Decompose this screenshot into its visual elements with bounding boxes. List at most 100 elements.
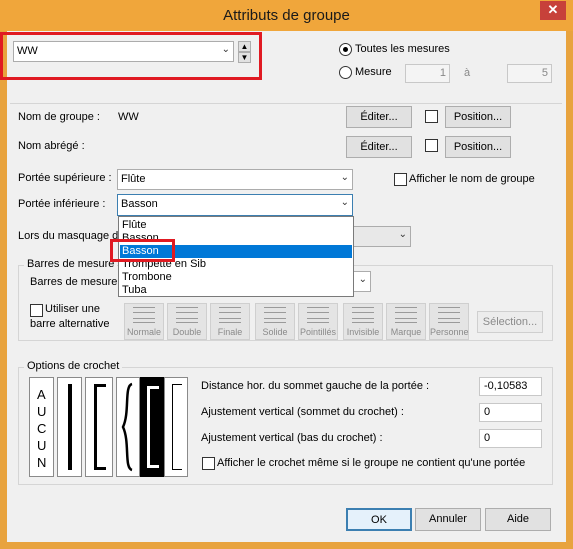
chevron-down-icon: ⌄: [358, 274, 367, 285]
barline-final-icon: [219, 307, 241, 323]
bracket-thin-icon: [172, 384, 182, 470]
bracket-options-group-label: Options de crochet: [24, 360, 123, 372]
bracket-thin-option[interactable]: [164, 377, 188, 477]
barline-custom-icon: [438, 307, 460, 323]
measure-range-radio[interactable]: [339, 66, 352, 79]
barlines-select[interactable]: ⌄: [353, 271, 371, 292]
top-staff-label: Portée supérieure :: [18, 172, 112, 184]
bottom-staff-select[interactable]: Basson ⌄: [117, 194, 353, 216]
bracket-letter: U: [37, 438, 47, 453]
ok-button[interactable]: OK: [346, 508, 412, 531]
dialog-title: Attributs de groupe: [223, 7, 350, 24]
top-staff-select[interactable]: Flûte ⌄: [117, 169, 353, 190]
bracket-letter: C: [37, 421, 47, 436]
measure-to-field[interactable]: 5: [507, 64, 552, 83]
bracket-square-option[interactable]: [85, 377, 113, 477]
alternate-barline-label-1: Utiliser une: [45, 303, 101, 315]
group-name-value: WW: [118, 111, 139, 123]
barline-dotted-label: Pointillés: [299, 327, 337, 337]
short-name-position-checkbox[interactable]: [425, 139, 438, 152]
barline-normal-button[interactable]: Normale: [124, 303, 164, 340]
barline-custom-label: Personne: [430, 327, 469, 337]
single-staff-bracket-checkbox[interactable]: [202, 457, 215, 470]
all-measures-label: Toutes les mesures: [355, 43, 450, 55]
bracket-none-option[interactable]: A U C U N: [29, 377, 54, 477]
show-group-name-checkbox[interactable]: [394, 173, 407, 186]
measure-to-label: à: [464, 67, 471, 79]
distance-label: Distance hor. du sommet gauche de la por…: [201, 380, 430, 392]
measure-from-field[interactable]: 1: [405, 64, 450, 83]
bottom-adjust-label: Ajustement vertical (bas du crochet) :: [201, 432, 383, 444]
bracket-letter: A: [37, 387, 46, 402]
bracket-letter: N: [37, 455, 47, 470]
barline-mark-label: Marque: [390, 327, 422, 337]
highlight-box-basson: [110, 239, 175, 262]
short-name-edit-button[interactable]: Éditer...: [346, 136, 412, 158]
barline-dotted-icon: [307, 307, 329, 323]
bottom-staff-label: Portée inférieure :: [18, 198, 106, 210]
group-name-position-checkbox[interactable]: [425, 110, 438, 123]
top-staff-value: Flûte: [121, 173, 146, 185]
barline-mark-button[interactable]: Marque: [386, 303, 426, 340]
barlines-label: Barres de mesure :: [30, 276, 124, 288]
distance-field[interactable]: -0,10583: [479, 377, 542, 396]
help-button[interactable]: Aide: [485, 508, 551, 531]
close-icon: ✕: [547, 2, 559, 17]
bottom-adjust-field[interactable]: 0: [479, 429, 542, 448]
dialog-window: Attributs de groupe ✕ WW ⌄ ▲ ▼ Toutes le…: [0, 0, 573, 549]
chevron-down-icon: ⌄: [398, 229, 407, 240]
barline-invisible-button[interactable]: Invisible: [343, 303, 383, 340]
bracket-bold-icon: [147, 386, 159, 468]
masking-select[interactable]: ⌄: [353, 226, 411, 247]
barline-normal-label: Normale: [126, 327, 161, 337]
dropdown-option[interactable]: Flûte: [120, 219, 352, 232]
group-name-edit-button[interactable]: Éditer...: [346, 106, 412, 128]
close-button[interactable]: ✕: [540, 1, 566, 20]
barline-custom-button[interactable]: Personne: [429, 303, 469, 340]
barline-invisible-label: Invisible: [346, 327, 380, 337]
bracket-square-icon: [94, 384, 106, 470]
bracket-brace-icon: [121, 382, 133, 472]
barline-solid-icon: [264, 307, 286, 323]
barline-invisible-icon: [352, 307, 374, 323]
barline-final-button[interactable]: Finale: [210, 303, 250, 340]
barline-double-icon: [176, 307, 198, 323]
alternate-barline-label-2: barre alternative: [30, 318, 110, 330]
barlines-group-label: Barres de mesure: [24, 258, 118, 270]
barline-mark-icon: [395, 307, 417, 323]
alternate-barline-checkbox[interactable]: [30, 304, 43, 317]
barline-final-label: Finale: [217, 327, 243, 337]
dropdown-option[interactable]: Trombone: [120, 271, 352, 284]
divider: [10, 103, 562, 104]
all-measures-radio[interactable]: [339, 43, 352, 56]
barline-dotted-button[interactable]: Pointillés: [298, 303, 338, 340]
short-name-position-button[interactable]: Position...: [445, 136, 511, 158]
top-adjust-field[interactable]: 0: [479, 403, 542, 422]
group-name-position-button[interactable]: Position...: [445, 106, 511, 128]
bracket-brace-option[interactable]: [116, 377, 140, 477]
bracket-letter: U: [37, 404, 47, 419]
top-adjust-label: Ajustement vertical (sommet du crochet) …: [201, 406, 404, 418]
dialog-content: WW ⌄ ▲ ▼ Toutes les mesures Mesure 1 à 5…: [0, 31, 566, 542]
barline-selection-button[interactable]: Sélection...: [477, 311, 543, 333]
single-staff-bracket-label: Afficher le crochet même si le groupe ne…: [217, 457, 526, 469]
barline-double-button[interactable]: Double: [167, 303, 207, 340]
title-bar[interactable]: Attributs de groupe ✕: [0, 0, 573, 31]
measure-range-label: Mesure: [355, 66, 392, 78]
barline-solid-label: Solide: [262, 327, 288, 337]
group-name-label: Nom de groupe :: [18, 111, 100, 123]
chevron-down-icon: ⌄: [340, 197, 349, 208]
bottom-staff-value: Basson: [121, 198, 158, 210]
dropdown-option[interactable]: Tuba: [120, 284, 352, 297]
short-name-label: Nom abrégé :: [18, 140, 85, 152]
chevron-down-icon: ⌄: [340, 172, 349, 183]
bracket-line-icon: [68, 384, 72, 470]
barline-solid-button[interactable]: Solide: [255, 303, 295, 340]
bracket-bold-option[interactable]: [140, 377, 164, 477]
show-group-name-label: Afficher le nom de groupe: [409, 173, 535, 185]
highlight-box-group: [0, 32, 262, 80]
cancel-button[interactable]: Annuler: [415, 508, 481, 531]
barline-normal-icon: [133, 307, 155, 323]
bracket-line-option[interactable]: [57, 377, 82, 477]
barline-double-label: Double: [172, 327, 202, 337]
